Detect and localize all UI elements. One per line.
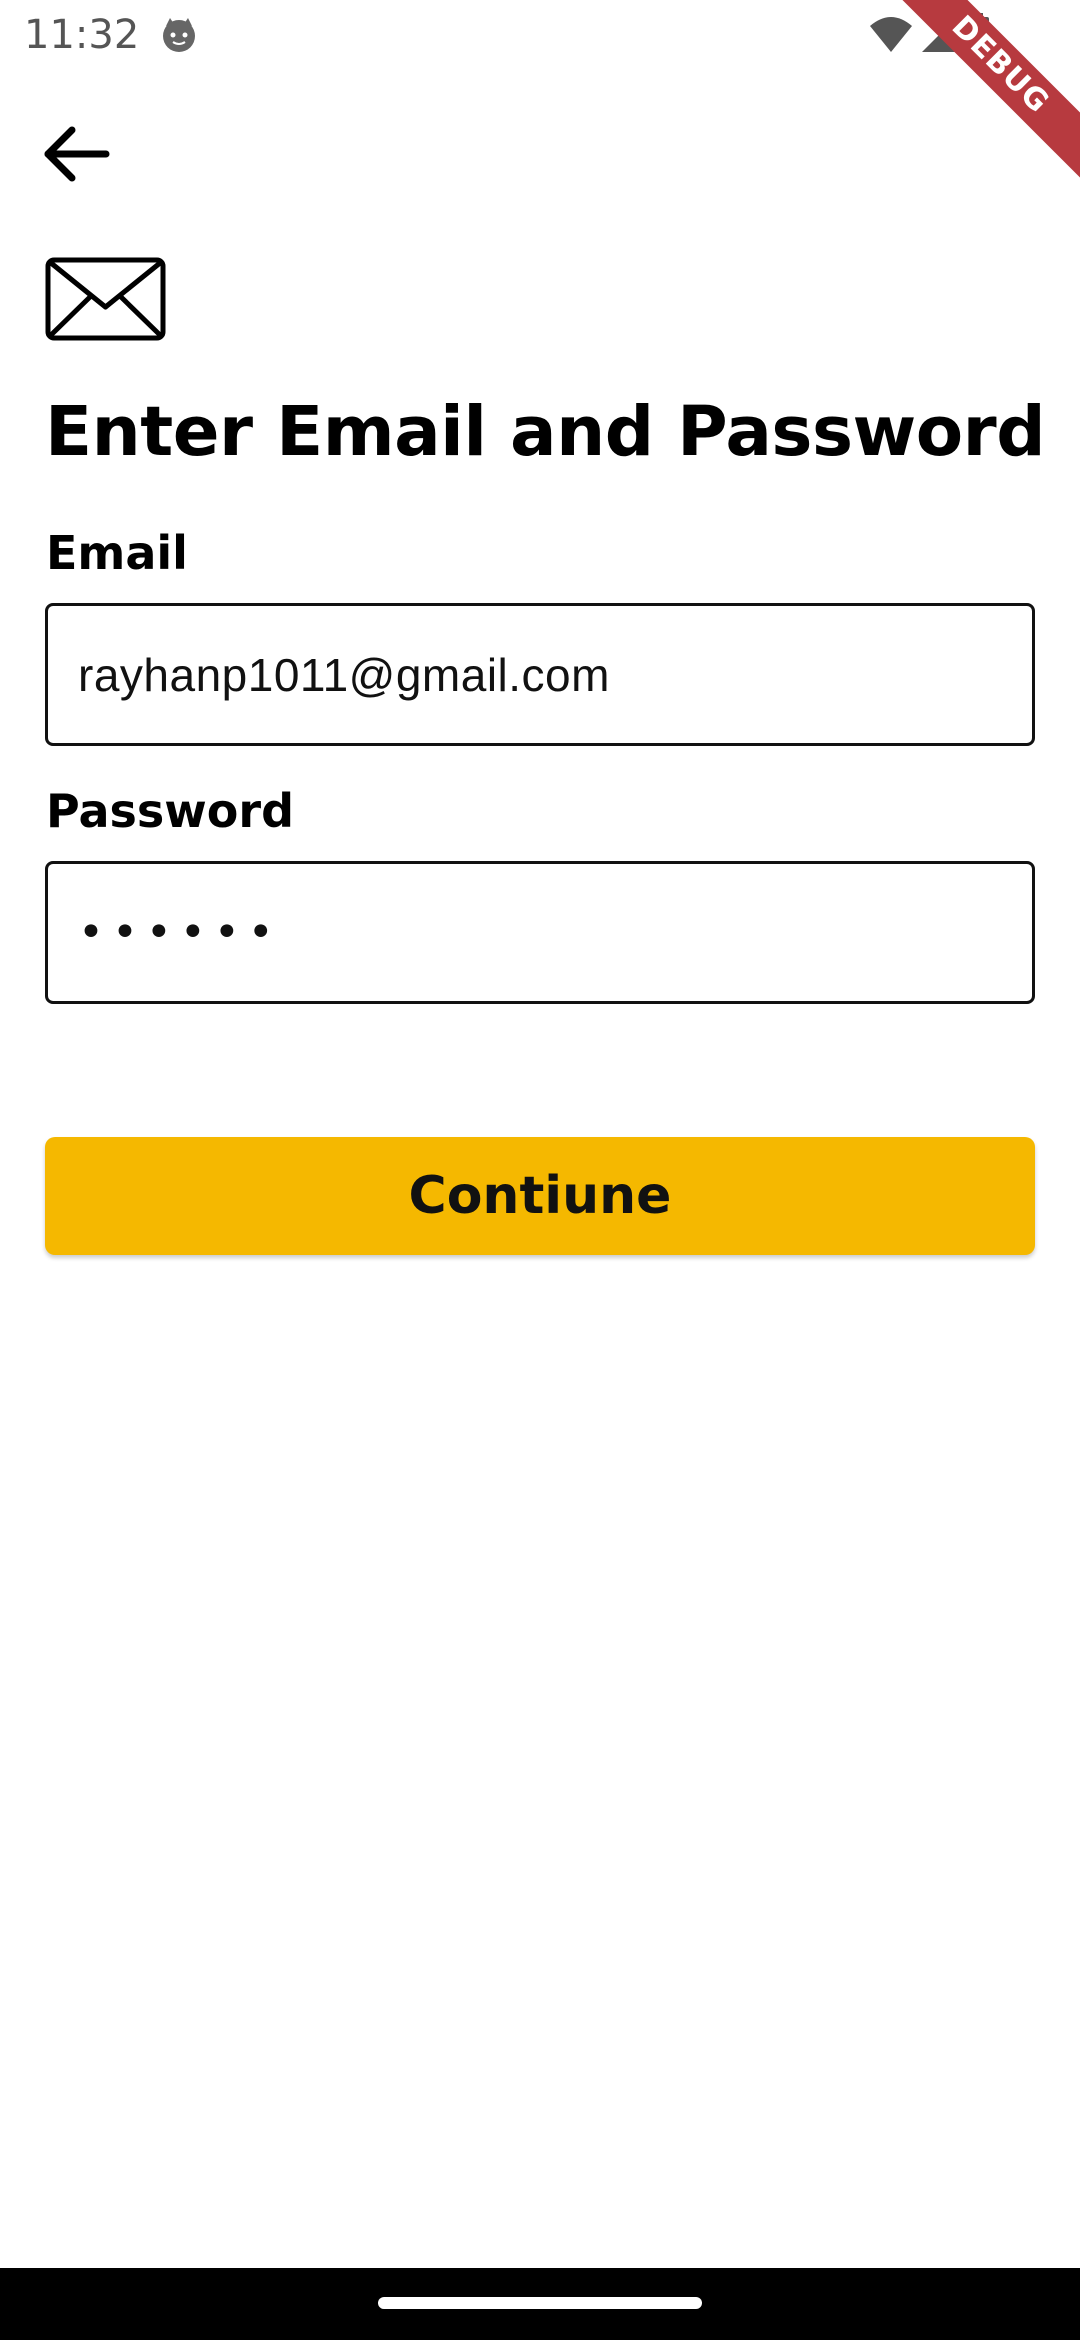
navigation-bar	[0, 2268, 1080, 2340]
envelope-icon	[45, 257, 166, 341]
continue-button[interactable]: Contiune	[45, 1137, 1035, 1255]
back-button[interactable]	[40, 120, 130, 192]
password-field[interactable]: ••••••	[45, 861, 1035, 1004]
cat-face-icon	[160, 16, 198, 54]
home-gesture-handle[interactable]	[378, 2297, 702, 2309]
page-title: Enter Email and Password	[45, 392, 1046, 472]
email-label: Email	[46, 526, 188, 580]
debug-banner: DEBUG	[890, 0, 1080, 190]
password-label: Password	[46, 784, 294, 838]
debug-label: DEBUG	[890, 0, 1080, 188]
password-value: ••••••	[78, 907, 282, 958]
email-value: rayhanp1011@gmail.com	[78, 648, 610, 701]
arrow-left-icon	[40, 124, 110, 189]
status-time: 11:32	[24, 12, 140, 58]
email-field[interactable]: rayhanp1011@gmail.com	[45, 603, 1035, 746]
login-screen: 11:32 DEBUG Enter Email and Password Ema…	[0, 0, 1080, 2340]
